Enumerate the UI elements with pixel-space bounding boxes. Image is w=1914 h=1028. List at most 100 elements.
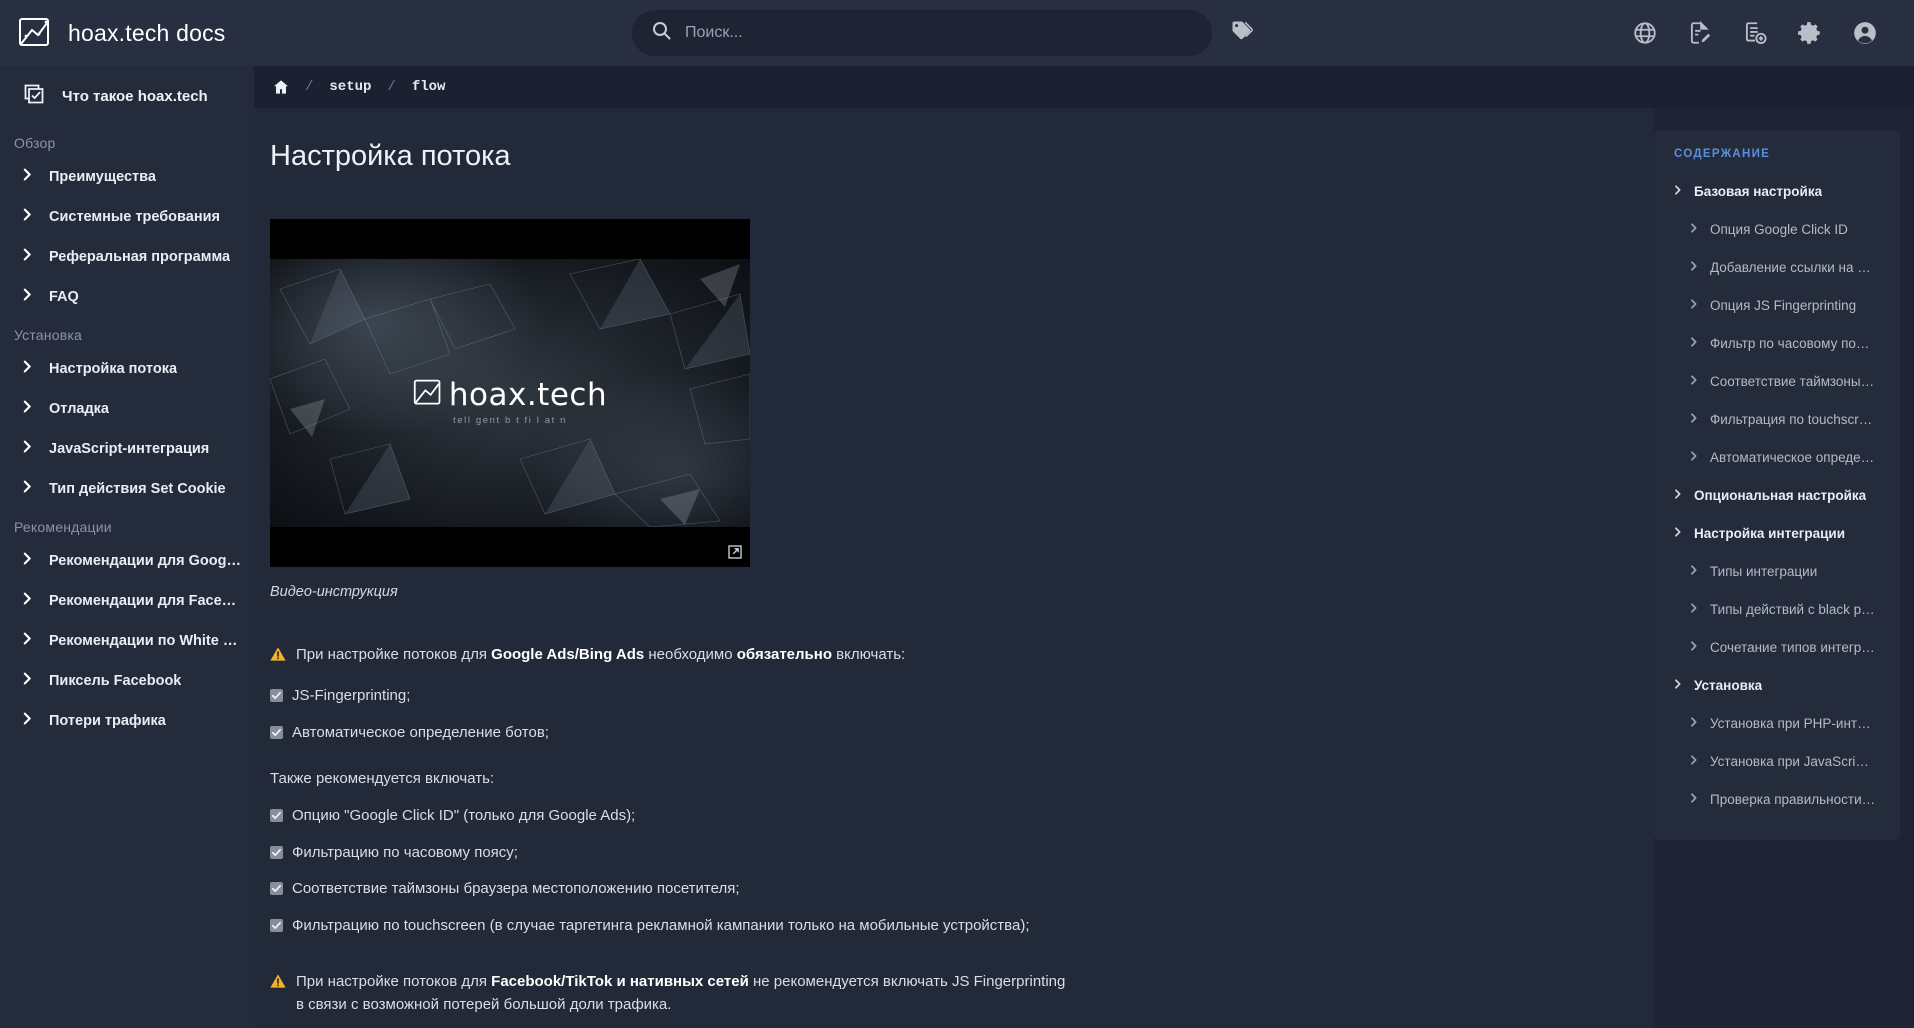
video-logo: hoax.tech tell gent b t fi l at n	[270, 377, 750, 426]
toc-item[interactable]: Опция JS Fingerprinting	[1654, 286, 1900, 324]
chevron-right-icon	[22, 672, 33, 690]
option-label: Фильтрацию по touchscreen (в случае тарг…	[292, 916, 1030, 934]
account-icon[interactable]	[1852, 20, 1878, 46]
chevron-right-icon	[22, 208, 33, 226]
breadcrumb-item-flow[interactable]: flow	[412, 79, 446, 95]
sidebar-item-label: JavaScript-интеграция	[49, 441, 210, 457]
toc-item[interactable]: Настройка интеграции	[1654, 514, 1900, 552]
sidebar-item[interactable]: Преимущества	[0, 157, 254, 197]
toc-item-label: Соответствие таймзоны…	[1710, 373, 1875, 389]
chevron-right-icon	[22, 480, 33, 498]
checkbox-checked-icon[interactable]	[270, 725, 283, 739]
gear-icon[interactable]	[1797, 20, 1823, 46]
toc-pane: СОДЕРЖАНИЕ Базовая настройка Опция Google…	[1654, 108, 1914, 1028]
toc-item[interactable]: Добавление ссылки на …	[1654, 248, 1900, 286]
toc-item-label: Типы действий с black p…	[1710, 601, 1875, 617]
add-document-icon[interactable]	[1742, 20, 1768, 46]
sidebar-item[interactable]: Настройка потока	[0, 349, 254, 389]
breadcrumb-separator-2: /	[387, 79, 396, 95]
sidebar-item-label: Отладка	[49, 401, 109, 417]
note-required-middle: необходимо	[644, 646, 737, 663]
sidebar-item[interactable]: Пиксель Facebook	[0, 661, 254, 701]
sidebar-item[interactable]: Отладка	[0, 389, 254, 429]
option-checkbox-row[interactable]: Фильтрацию по часовому поясу;	[270, 842, 1030, 865]
sidebar-item[interactable]: Реферальная программа	[0, 237, 254, 277]
note-required-prefix: При настройке потоков для	[296, 646, 492, 663]
chevron-right-icon	[1674, 524, 1682, 542]
sidebar-item[interactable]: Потери трафика	[0, 701, 254, 741]
sidebar-item[interactable]: JavaScript-интеграция	[0, 429, 254, 469]
chevron-right-icon	[1690, 562, 1698, 580]
toc-item[interactable]: Опциональная настройка	[1654, 476, 1900, 514]
sidebar-item-label: Потери трафика	[49, 713, 166, 729]
toc-item[interactable]: Установка при PHP-инт…	[1654, 704, 1900, 742]
search-box[interactable]	[632, 10, 1212, 56]
option-checkbox-row[interactable]: Опцию "Google Click ID" (только для Goog…	[270, 805, 1030, 828]
chevron-right-icon	[22, 592, 33, 610]
sidebar-group-label: Обзор	[14, 135, 56, 151]
toc-item[interactable]: Соответствие таймзоны…	[1654, 362, 1900, 400]
note-required-bold-2: обязательно	[736, 646, 832, 663]
toc-item-label: Установка при JavaScri…	[1710, 753, 1869, 769]
search-input[interactable]	[685, 24, 1192, 42]
toc-item[interactable]: Фильтр по часовому по…	[1654, 324, 1900, 362]
checkbox-checked-icon[interactable]	[270, 918, 283, 932]
chevron-right-icon	[1690, 410, 1698, 428]
chevron-right-icon	[1690, 600, 1698, 618]
breadcrumb-item-setup[interactable]: setup	[329, 79, 371, 95]
sidebar-item[interactable]: Системные требования	[0, 197, 254, 237]
video-logo-mark-icon	[413, 378, 443, 413]
checkbox-checked-icon[interactable]	[270, 809, 283, 822]
sidebar-item[interactable]: Рекомендации для Facebook	[0, 581, 254, 621]
edit-document-icon[interactable]	[1687, 20, 1713, 46]
sidebar-item-what-is-hoax[interactable]: Что такое hoax.tech	[0, 66, 254, 125]
toc-item[interactable]: Сочетание типов интегр…	[1654, 628, 1900, 666]
home-icon[interactable]	[273, 79, 289, 95]
checkbox-checked-icon[interactable]	[270, 882, 283, 895]
toc-item[interactable]: Установка	[1654, 666, 1900, 704]
toc-item[interactable]: Установка при JavaScri…	[1654, 742, 1900, 780]
toc-item[interactable]: Автоматическое опреде…	[1654, 438, 1900, 476]
header-icon-group	[1632, 20, 1914, 46]
sidebar-item-label: Системные требования	[49, 209, 220, 225]
toc-item[interactable]: Проверка правильности…	[1654, 780, 1900, 818]
checkbox-checked-icon[interactable]	[270, 689, 283, 702]
sidebar-item[interactable]: Рекомендации для Google A…	[0, 541, 254, 581]
search-area	[254, 10, 1632, 56]
breadcrumb: / setup / flow	[254, 66, 1914, 108]
checkbox-checked-icon[interactable]	[270, 845, 283, 859]
language-globe-icon[interactable]	[1632, 20, 1658, 46]
option-checkbox-row[interactable]: Соответствие таймзоны браузера местополо…	[270, 878, 1030, 901]
chevron-right-icon	[1674, 486, 1682, 504]
sidebar-item-label: FAQ	[49, 289, 79, 305]
sidebar-group-label: Установка	[14, 327, 82, 343]
chevron-right-icon	[22, 248, 33, 266]
option-checkbox-row[interactable]: JS-Fingerprinting;	[270, 685, 1030, 708]
option-checkbox-row[interactable]: Фильтрацию по touchscreen (в случае тарг…	[270, 915, 1030, 938]
sidebar-item[interactable]: Рекомендации по White Page	[0, 621, 254, 661]
toc-item-label: Опция JS Fingerprinting	[1710, 297, 1857, 313]
brand[interactable]: hoax.tech docs	[0, 16, 254, 50]
chevron-right-icon	[22, 552, 33, 570]
chevron-right-icon	[1690, 790, 1698, 808]
external-link-icon[interactable]	[728, 545, 742, 559]
sidebar-item-label: Рекомендации для Google A…	[49, 553, 244, 569]
chevron-right-icon	[22, 712, 33, 730]
sidebar-group-label: Рекомендации	[14, 519, 112, 535]
toc-card: СОДЕРЖАНИЕ Базовая настройка Опция Google…	[1654, 130, 1900, 840]
toc-item[interactable]: Базовая настройка	[1654, 172, 1900, 210]
toc-item[interactable]: Опция Google Click ID	[1654, 210, 1900, 248]
video-player[interactable]: hoax.tech tell gent b t fi l at n	[270, 219, 750, 567]
sidebar-item[interactable]: Тип действия Set Cookie	[0, 469, 254, 509]
toc-item[interactable]: Фильтрация по touchscr…	[1654, 400, 1900, 438]
tags-icon[interactable]	[1230, 19, 1254, 48]
video-logo-subtitle: tell gent b t fi l at n	[453, 415, 567, 426]
toc-item[interactable]: Типы действий с black p…	[1654, 590, 1900, 628]
toc-item-label: Опциональная настройка	[1694, 487, 1867, 503]
toc-item[interactable]: Типы интеграции	[1654, 552, 1900, 590]
chevron-right-icon	[1690, 714, 1698, 732]
sidebar-item[interactable]: FAQ	[0, 277, 254, 317]
option-checkbox-row[interactable]: Автоматическое определение ботов;	[270, 722, 1030, 745]
recommended-heading: Также рекомендуется включать:	[270, 770, 495, 787]
note-facebook-warning: При настройке потоков для Facebook/TikTo…	[270, 971, 1654, 1016]
